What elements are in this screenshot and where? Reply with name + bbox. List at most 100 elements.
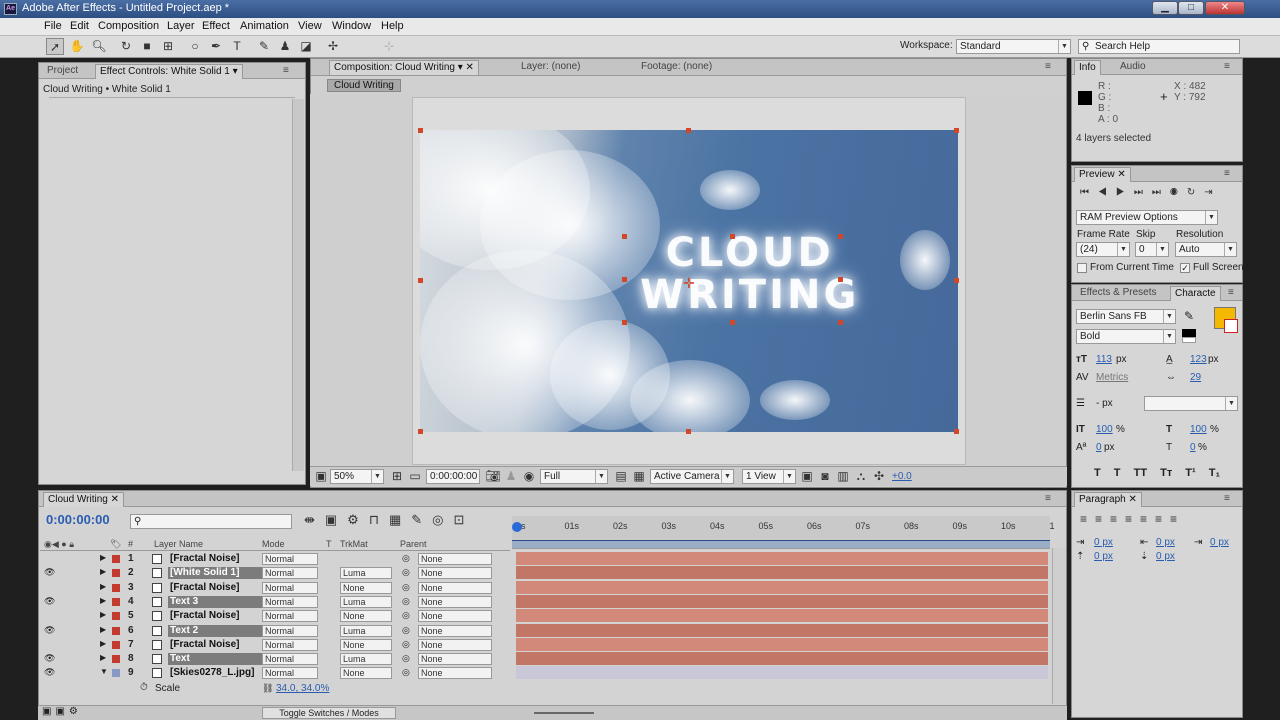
pickwhip-icon[interactable]: ◎ (402, 567, 410, 578)
expand-triangle-icon[interactable]: ▶ (100, 625, 106, 634)
label-color[interactable] (112, 655, 120, 664)
selection-tool-icon[interactable]: ➚ (46, 38, 64, 55)
camera-tool-icon[interactable]: ■ (138, 38, 156, 55)
label-color[interactable] (112, 597, 120, 606)
from-current-checkbox[interactable] (1077, 263, 1087, 273)
frame-handle[interactable] (954, 429, 959, 434)
tab-timeline[interactable]: Cloud Writing ✕ (43, 492, 125, 507)
flowchart-icon[interactable]: ⛬ (852, 468, 870, 485)
chain-link-icon[interactable]: ⛓ (262, 683, 273, 694)
stroke-width-value[interactable]: - px (1096, 398, 1113, 409)
pickwhip-icon[interactable]: ◎ (402, 625, 410, 636)
transport-controls[interactable]: ⏮◀▶⏭⏭◉↻⇥ (1080, 187, 1222, 198)
blend-mode-select[interactable]: Normal (262, 581, 318, 594)
indent-left-value[interactable]: 0 px (1094, 537, 1113, 548)
layer-duration-bar[interactable] (516, 652, 1048, 666)
footer-icons[interactable]: ▣▣⚙ (42, 706, 82, 717)
current-time-field[interactable]: 0:00:00:00 (426, 469, 480, 484)
pickwhip-icon[interactable]: ◎ (402, 596, 410, 607)
text-handle[interactable] (622, 277, 627, 282)
indent-first-value[interactable]: 0 px (1210, 537, 1229, 548)
tab-info[interactable]: Info (1074, 60, 1101, 75)
track-matte-select[interactable]: Luma (340, 653, 392, 666)
font-style-select[interactable]: Bold ▼ (1076, 329, 1176, 344)
space-after-value[interactable]: 0 px (1156, 551, 1175, 562)
parent-select[interactable]: None (418, 667, 492, 680)
blend-mode-select[interactable]: Normal (262, 667, 318, 680)
label-color[interactable] (112, 555, 120, 563)
label-color[interactable] (112, 669, 120, 678)
tab-effect-controls[interactable]: Effect Controls: White Solid 1 ▾ (95, 64, 243, 79)
view-layout-select[interactable]: 1 View ▼ (742, 469, 796, 484)
preview-resolution-select[interactable]: Auto ▼ (1175, 242, 1237, 257)
always-preview-icon[interactable]: ▣ (312, 468, 330, 485)
menu-composition[interactable]: Composition (98, 20, 159, 32)
layer-duration-bar[interactable] (516, 609, 1048, 623)
text-style-buttons[interactable]: T T TT Tт T¹ T₁ (1094, 467, 1220, 479)
text-handle[interactable] (730, 320, 735, 325)
minimize-button[interactable]: ▁ (1152, 1, 1178, 15)
frame-handle[interactable] (418, 429, 423, 434)
layer-duration-bar[interactable] (516, 580, 1048, 594)
timeline-icon[interactable]: ▥ (834, 468, 852, 485)
expand-triangle-icon[interactable]: ▶ (100, 639, 106, 648)
layer-duration-bar[interactable] (516, 623, 1048, 637)
text-handle[interactable] (730, 234, 735, 239)
layer-duration-bar[interactable] (516, 566, 1048, 580)
pickwhip-icon[interactable]: ◎ (402, 610, 410, 621)
tab-composition[interactable]: Composition: Cloud Writing ▾ ✕ (329, 60, 479, 75)
blend-mode-select[interactable]: Normal (262, 638, 318, 651)
track-matte-select[interactable]: Luma (340, 624, 392, 637)
puppet-tool-icon[interactable]: ✢ (324, 38, 342, 55)
eye-icon[interactable]: 👁︎ (44, 653, 55, 664)
kerning-value[interactable]: Metrics (1096, 372, 1128, 383)
parent-select[interactable]: None (418, 553, 492, 565)
panel-menu-icon[interactable]: ≡ (1041, 60, 1055, 75)
indent-right-value[interactable]: 0 px (1156, 537, 1175, 548)
work-area-bar[interactable] (512, 540, 1050, 548)
tab-footage[interactable]: Footage: (none) (637, 60, 716, 75)
text-handle[interactable] (838, 234, 843, 239)
workspace-select[interactable]: Standard ▼ (956, 39, 1071, 54)
panel-menu-icon[interactable]: ≡ (279, 64, 293, 79)
snapshot-icon[interactable]: 📷︎ (484, 468, 502, 485)
panel-menu-icon[interactable]: ≡ (1220, 60, 1234, 75)
close-button[interactable]: ✕ (1205, 1, 1245, 15)
parent-select[interactable]: None (418, 638, 492, 651)
menu-view[interactable]: View (298, 20, 322, 32)
faux-italic-button[interactable]: T (1114, 467, 1121, 479)
layer-row[interactable]: ▶ 1 [Fractal Noise] Normal ◎ None (40, 552, 510, 566)
frame-rate-select[interactable]: (24) ▼ (1076, 242, 1130, 257)
layer-row[interactable]: 👁︎ ▶ 8 Text Normal Luma ◎ None (40, 652, 510, 666)
eraser-tool-icon[interactable]: ◪ (297, 38, 315, 55)
blend-mode-select[interactable]: Normal (262, 595, 318, 608)
layer-row[interactable]: ▶ 3 [Fractal Noise] Normal None ◎ None (40, 581, 510, 595)
expand-triangle-icon[interactable]: ▼ (100, 667, 108, 676)
layer-row[interactable]: 👁︎ ▶ 6 Text 2 Normal Luma ◎ None (40, 624, 510, 638)
parent-select[interactable]: None (418, 610, 492, 623)
mask-visibility-icon[interactable]: ▭ (406, 468, 424, 485)
comp-frame[interactable]: CLOUD WRITING ✛ (420, 130, 958, 432)
skip-select[interactable]: 0 ▼ (1135, 242, 1169, 257)
parent-select[interactable]: None (418, 581, 492, 594)
eye-icon[interactable]: 👁︎ (44, 625, 55, 636)
layer-duration-bar[interactable] (516, 666, 1048, 680)
scale-value[interactable]: 34.0, 34.0% (276, 683, 329, 694)
panel-menu-icon[interactable]: ≡ (1220, 167, 1234, 182)
expand-triangle-icon[interactable]: ▶ (100, 553, 106, 562)
tab-layer[interactable]: Layer: (none) (517, 60, 584, 75)
layer-duration-bar[interactable] (516, 594, 1048, 608)
font-family-select[interactable]: Berlin Sans FB ▼ (1076, 309, 1176, 324)
track-matte-select[interactable]: None (340, 667, 392, 680)
hand-tool-icon[interactable]: ✋ (68, 38, 86, 55)
eye-icon[interactable]: 👁︎ (44, 567, 55, 578)
tracking-value[interactable]: 29 (1190, 372, 1201, 383)
all-caps-button[interactable]: TT (1134, 467, 1147, 479)
maximize-button[interactable]: □ (1178, 1, 1204, 15)
subscript-button[interactable]: T₁ (1209, 467, 1220, 479)
tab-audio[interactable]: Audio (1116, 60, 1150, 75)
clone-stamp-tool-icon[interactable]: ♟ (276, 38, 294, 55)
text-handle[interactable] (838, 277, 843, 282)
tab-paragraph[interactable]: Paragraph ✕ (1074, 492, 1142, 507)
stroke-color-swatch[interactable] (1224, 319, 1238, 333)
